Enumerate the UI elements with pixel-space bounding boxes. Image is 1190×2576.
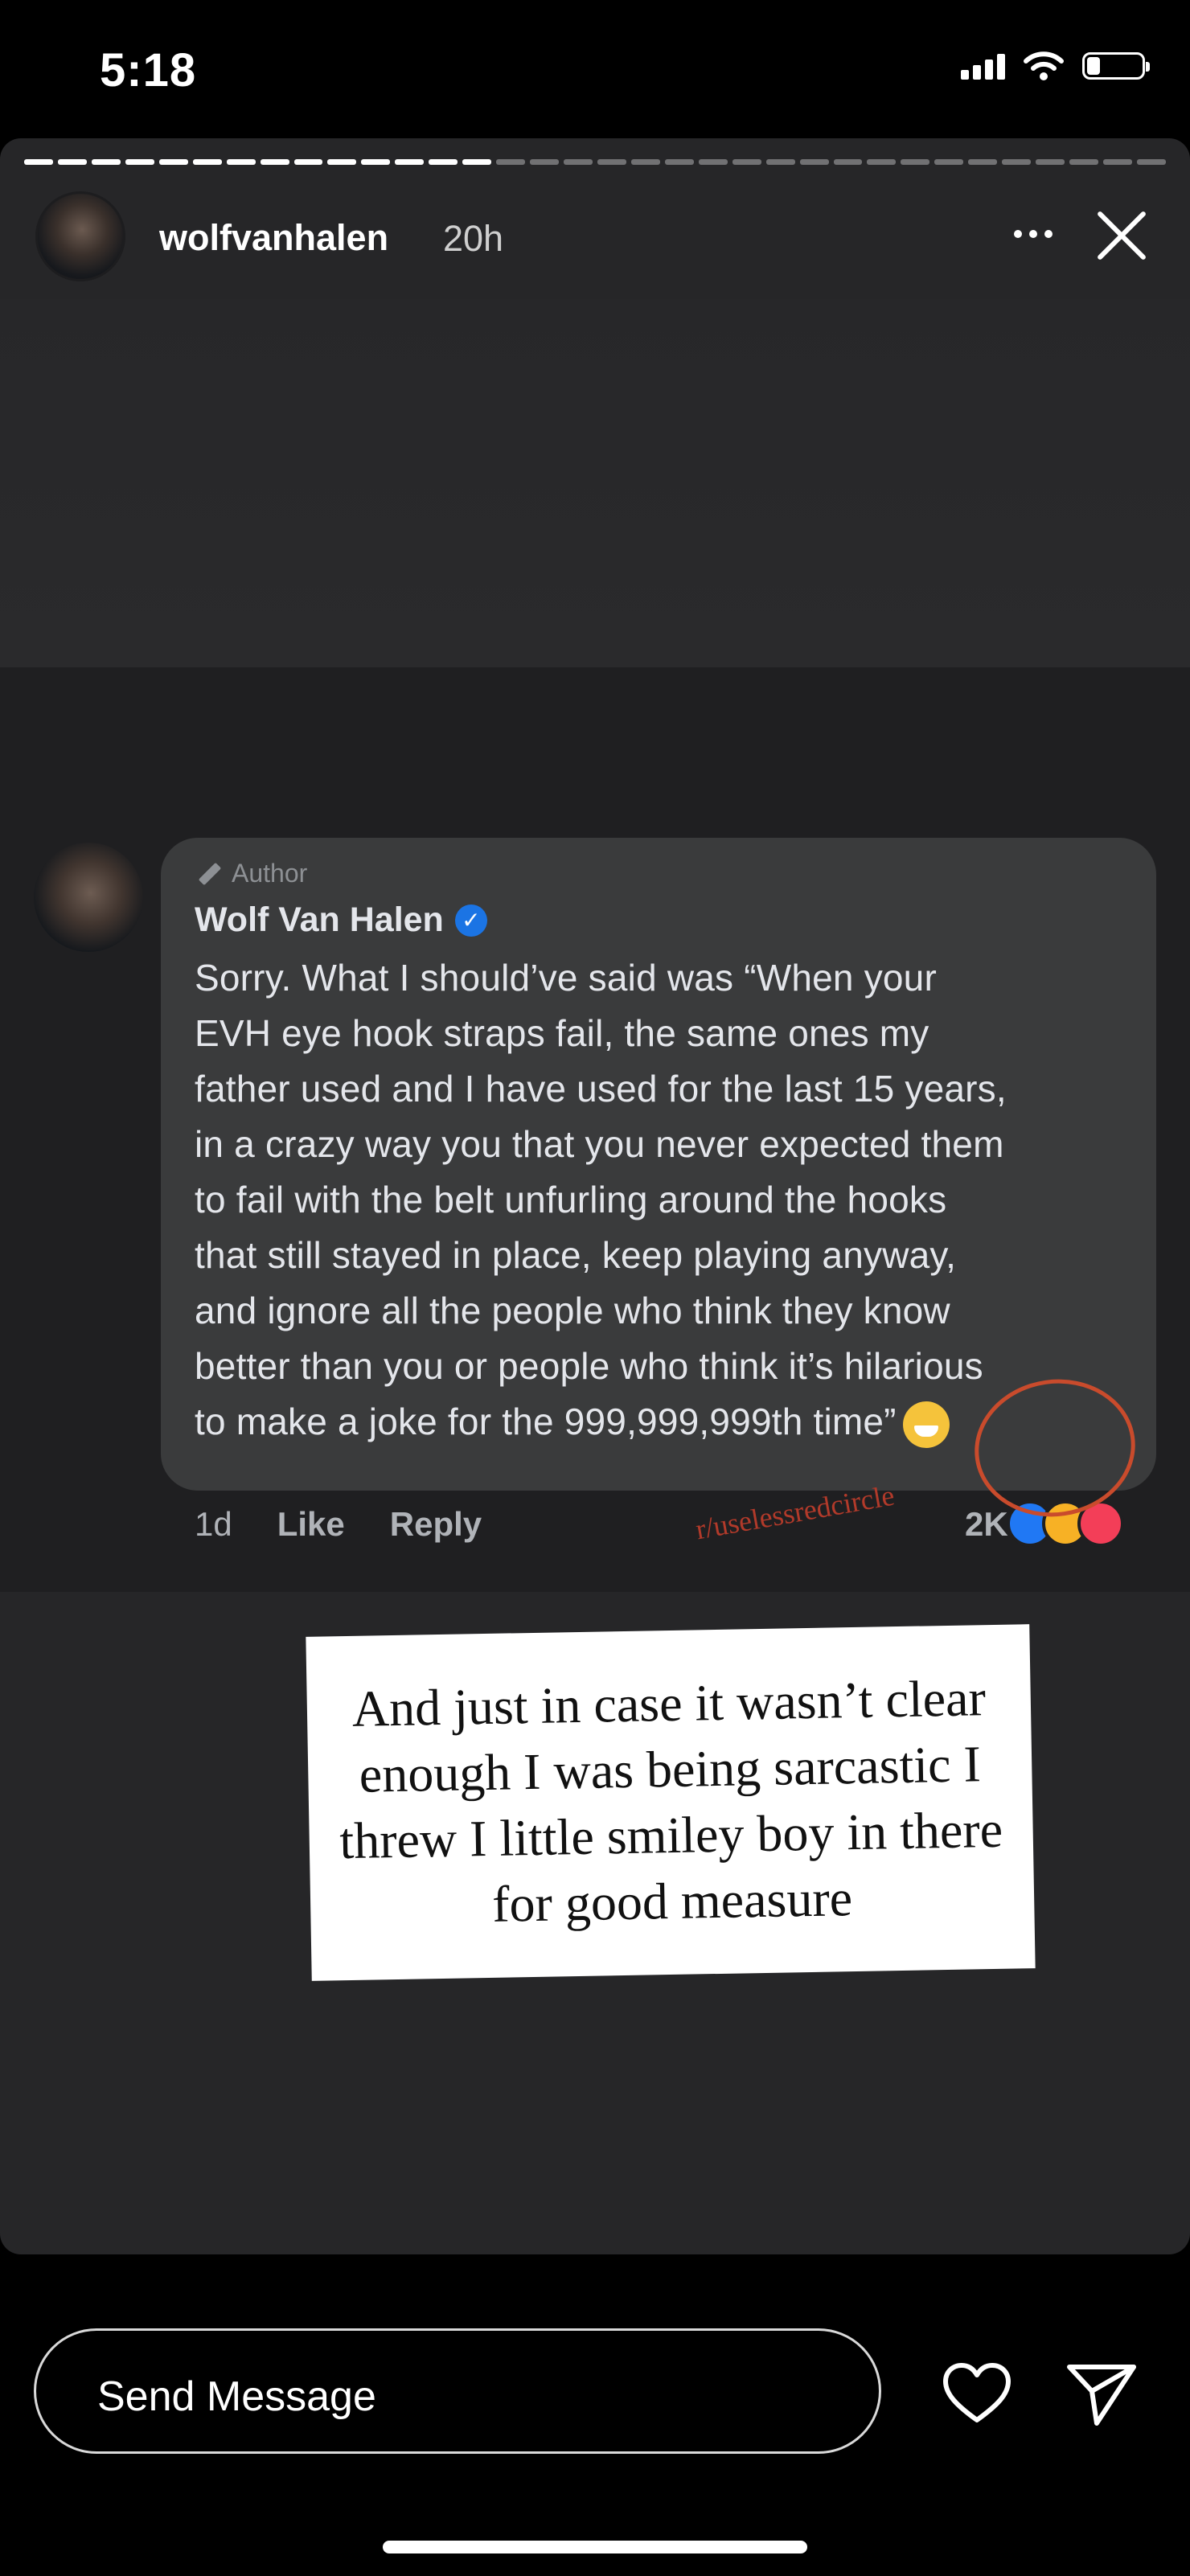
comment-meta: 1d Like Reply xyxy=(195,1505,482,1544)
progress-segment xyxy=(765,159,795,165)
progress-segment xyxy=(968,159,998,165)
progress-segment xyxy=(901,159,930,165)
progress-segment xyxy=(1036,159,1065,165)
heart-icon[interactable] xyxy=(941,2357,1013,2430)
wifi-icon xyxy=(1024,51,1064,80)
progress-segment xyxy=(833,159,863,165)
progress-segment xyxy=(1103,159,1132,165)
caption-text: And just in case it wasn’t clear enough … xyxy=(339,1669,1003,1933)
avatar[interactable] xyxy=(35,191,125,281)
author-badge: Author xyxy=(198,859,307,888)
dot-icon xyxy=(1029,230,1037,238)
status-icons xyxy=(961,50,1150,82)
progress-segment xyxy=(1136,159,1166,165)
reaction-count: 2K xyxy=(965,1505,1008,1543)
dot-icon xyxy=(1014,230,1022,238)
progress-segment xyxy=(429,159,458,165)
battery-icon xyxy=(1082,52,1150,80)
progress-segment xyxy=(91,159,121,165)
progress-segment xyxy=(192,159,222,165)
progress-segment xyxy=(496,159,526,165)
progress-segment xyxy=(530,159,559,165)
comment-bubble: Author Wolf Van Halen ✓ Sorry. What I sh… xyxy=(161,838,1156,1491)
story-progress-bar xyxy=(24,159,1166,165)
status-time: 5:18 xyxy=(100,44,197,96)
comment-reply-link: Reply xyxy=(389,1505,482,1543)
progress-segment xyxy=(125,159,154,165)
comment-time: 1d xyxy=(195,1505,232,1543)
progress-segment xyxy=(57,159,87,165)
grinning-face-icon xyxy=(902,1401,950,1448)
comment-like-link: Like xyxy=(277,1505,345,1543)
progress-segment xyxy=(867,159,897,165)
progress-segment xyxy=(597,159,626,165)
caption-sticker: And just in case it wasn’t clear enough … xyxy=(306,1624,1036,1981)
progress-segment xyxy=(1069,159,1098,165)
progress-segment xyxy=(327,159,357,165)
progress-segment xyxy=(462,159,492,165)
story-time-ago: 20h xyxy=(443,218,504,259)
send-icon[interactable] xyxy=(1063,2357,1140,2430)
more-options-button[interactable] xyxy=(1005,214,1061,254)
comment-author-label: Wolf Van Halen xyxy=(195,900,444,939)
comment-author-name: Wolf Van Halen ✓ xyxy=(195,900,487,940)
progress-segment xyxy=(630,159,660,165)
progress-segment xyxy=(1002,159,1032,165)
comment-avatar xyxy=(34,843,143,952)
progress-segment xyxy=(799,159,829,165)
progress-segment xyxy=(226,159,256,165)
progress-segment xyxy=(260,159,289,165)
progress-segment xyxy=(24,159,53,165)
comment-body: Sorry. What I should’ve said was “When y… xyxy=(195,957,1007,1442)
progress-segment xyxy=(395,159,425,165)
author-badge-label: Author xyxy=(232,859,308,888)
dot-icon xyxy=(1044,230,1053,238)
progress-segment xyxy=(564,159,593,165)
story-header: wolfvanhalen 20h xyxy=(32,190,1158,283)
close-icon[interactable] xyxy=(1085,199,1158,272)
send-message-placeholder: Send Message xyxy=(97,2373,376,2420)
progress-segment xyxy=(664,159,694,165)
progress-segment xyxy=(361,159,391,165)
story-username[interactable]: wolfvanhalen xyxy=(159,217,388,259)
progress-segment xyxy=(158,159,188,165)
home-indicator[interactable] xyxy=(383,2541,807,2553)
progress-segment xyxy=(698,159,728,165)
signal-icon xyxy=(961,52,1005,80)
progress-segment xyxy=(293,159,323,165)
comment-text: Sorry. What I should’ve said was “When y… xyxy=(195,950,1119,1450)
verified-icon: ✓ xyxy=(454,904,487,937)
progress-segment xyxy=(732,159,761,165)
send-message-input[interactable]: Send Message xyxy=(34,2328,881,2454)
progress-segment xyxy=(934,159,964,165)
pencil-icon xyxy=(198,862,222,885)
